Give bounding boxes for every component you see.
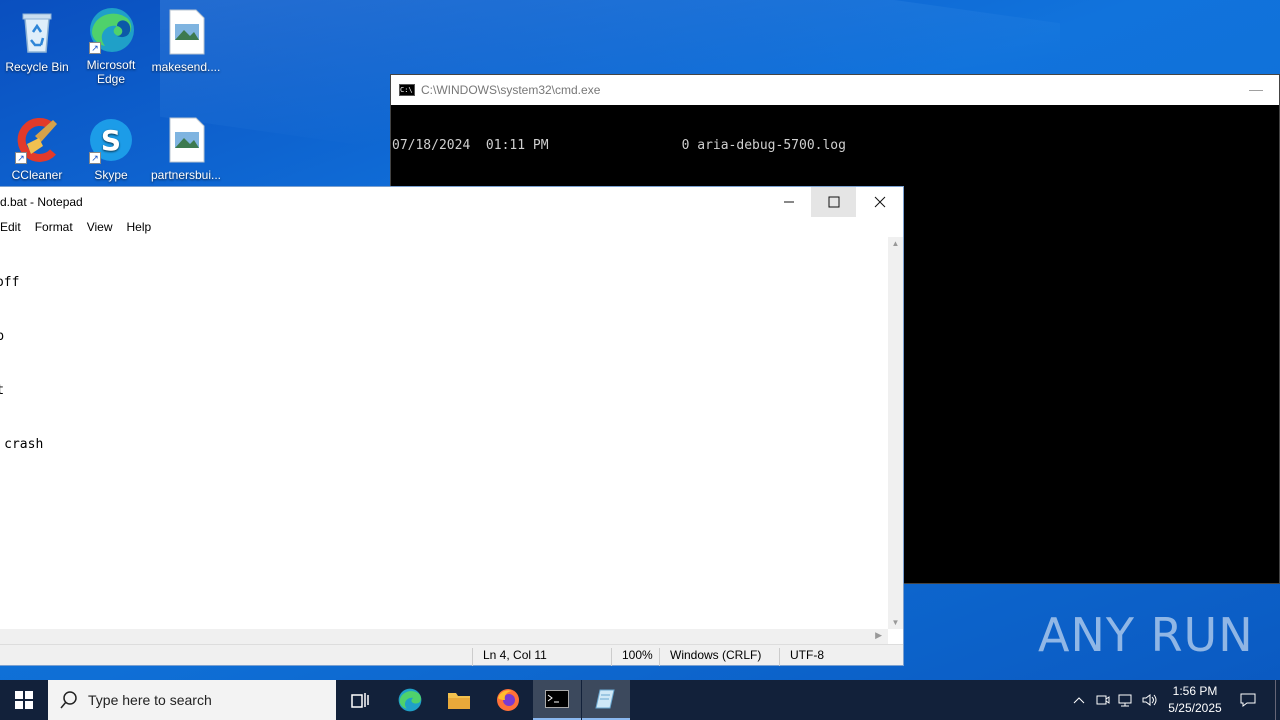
status-zoom: 100% [611, 648, 653, 666]
task-view-icon [351, 693, 369, 708]
firefox-icon [497, 689, 519, 711]
chevron-up-icon [1073, 697, 1085, 704]
start-button[interactable] [0, 680, 48, 720]
scroll-down-icon[interactable]: ▼ [888, 618, 903, 627]
text-line: goto crash [4, 437, 44, 452]
scroll-right-icon[interactable]: ▶ [875, 630, 882, 641]
desktop-icon-label: Skype [94, 168, 128, 182]
desktop-icon-makesend[interactable]: makesend.... [149, 8, 223, 74]
menu-view[interactable]: View [80, 220, 120, 234]
taskbar-firefox[interactable] [484, 680, 532, 720]
notepad-title: d.bat - Notepad [0, 195, 83, 209]
status-encoding: UTF-8 [779, 648, 824, 666]
desktop-icon-recycle-bin[interactable]: Recycle Bin [0, 8, 74, 74]
close-icon [874, 196, 885, 208]
notepad-title-bar[interactable]: d.bat - Notepad [0, 187, 903, 217]
windows-logo-icon [15, 691, 33, 709]
text-line: @echo off [0, 275, 20, 290]
tray-meet-now[interactable] [1092, 680, 1114, 720]
notepad-menu-bar: Edit Format View Help [0, 217, 903, 237]
status-line-ending: Windows (CRLF) [659, 648, 761, 666]
vertical-scrollbar[interactable]: ▲ ▼ [888, 237, 903, 629]
desktop-icon-label: makesend.... [151, 60, 221, 74]
shortcut-arrow-icon: ↗ [15, 152, 27, 164]
desktop-icon-label: Recycle Bin [5, 60, 69, 74]
horizontal-scrollbar[interactable]: ▶ [0, 629, 888, 644]
notepad-text-area[interactable]: @echo off :loop start goto crash [0, 237, 888, 629]
minimize-icon [783, 201, 794, 203]
search-icon [60, 691, 77, 709]
skype-icon: S ↗ [87, 116, 135, 164]
cmd-icon [545, 690, 569, 708]
text-line: start [0, 383, 5, 398]
desktop-icon-label: partnersbui... [150, 168, 222, 182]
desktop-icon-ccleaner[interactable]: ↗ CCleaner [0, 116, 74, 182]
notification-icon [1240, 693, 1256, 707]
maximize-button[interactable] [811, 187, 856, 217]
action-center-button[interactable] [1234, 680, 1262, 720]
cmd-line: 07/18/2024 01:11 PM 0 aria-debug-5700.lo… [392, 138, 846, 153]
edge-icon: ↗ [87, 6, 135, 54]
notepad-window[interactable]: d.bat - Notepad Edit Format View Help @e… [0, 186, 904, 666]
menu-format[interactable]: Format [28, 220, 80, 234]
minimize-button[interactable] [766, 187, 811, 217]
menu-edit[interactable]: Edit [0, 220, 28, 234]
taskbar: Type here to search 1:56 PM 5/25/2025 [0, 680, 1280, 720]
edge-icon [398, 688, 422, 712]
notepad-status-bar: Ln 4, Col 11 100% Windows (CRLF) UTF-8 [0, 644, 903, 666]
desktop-icon-microsoft-edge[interactable]: ↗ Microsoft Edge [74, 6, 148, 86]
ccleaner-icon: ↗ [13, 116, 61, 164]
taskbar-edge[interactable] [386, 680, 434, 720]
menu-help[interactable]: Help [120, 220, 159, 234]
notepad-icon [595, 689, 615, 709]
cmd-minimize-button[interactable]: — [1249, 81, 1263, 97]
desktop-icon-label: CCleaner [11, 168, 63, 182]
cmd-icon: C:\ [399, 84, 415, 96]
text-line: :loop [0, 329, 5, 344]
recycle-bin-icon [13, 8, 61, 56]
task-view-button[interactable] [336, 680, 384, 720]
taskbar-cmd[interactable] [533, 680, 581, 720]
maximize-icon [828, 196, 839, 208]
camera-icon [1096, 695, 1110, 705]
network-icon [1118, 694, 1132, 707]
desktop-icon-partnersbui[interactable]: partnersbui... [149, 116, 223, 182]
taskbar-clock[interactable]: 1:56 PM 5/25/2025 [1160, 683, 1230, 717]
scroll-up-icon[interactable]: ▲ [888, 239, 903, 248]
clock-time: 1:56 PM [1172, 684, 1218, 698]
anyrun-watermark: ANY RUN [1038, 608, 1254, 662]
close-button[interactable] [857, 187, 902, 217]
taskbar-file-explorer[interactable] [435, 680, 483, 720]
image-file-icon [162, 8, 210, 56]
tray-network[interactable] [1115, 680, 1137, 720]
svg-text:S: S [101, 124, 121, 157]
clock-date: 5/25/2025 [1168, 701, 1222, 715]
show-desktop-button[interactable] [1275, 680, 1276, 720]
desktop-icon-skype[interactable]: S ↗ Skype [74, 116, 148, 182]
cmd-title-bar[interactable]: C:\ C:\WINDOWS\system32\cmd.exe — [391, 75, 1279, 105]
show-hidden-icons[interactable] [1068, 680, 1090, 720]
taskbar-search-box[interactable]: Type here to search [48, 680, 336, 720]
status-position: Ln 4, Col 11 [472, 648, 547, 666]
search-placeholder: Type here to search [88, 692, 212, 708]
desktop-icon-label: Microsoft Edge [86, 58, 136, 86]
shortcut-arrow-icon: ↗ [89, 42, 101, 54]
folder-icon [448, 693, 470, 709]
taskbar-notepad[interactable] [582, 680, 630, 720]
tray-volume[interactable] [1139, 680, 1161, 720]
cmd-title: C:\WINDOWS\system32\cmd.exe [421, 83, 601, 97]
shortcut-arrow-icon: ↗ [89, 152, 101, 164]
image-file-icon [162, 116, 210, 164]
speaker-icon [1142, 694, 1157, 706]
